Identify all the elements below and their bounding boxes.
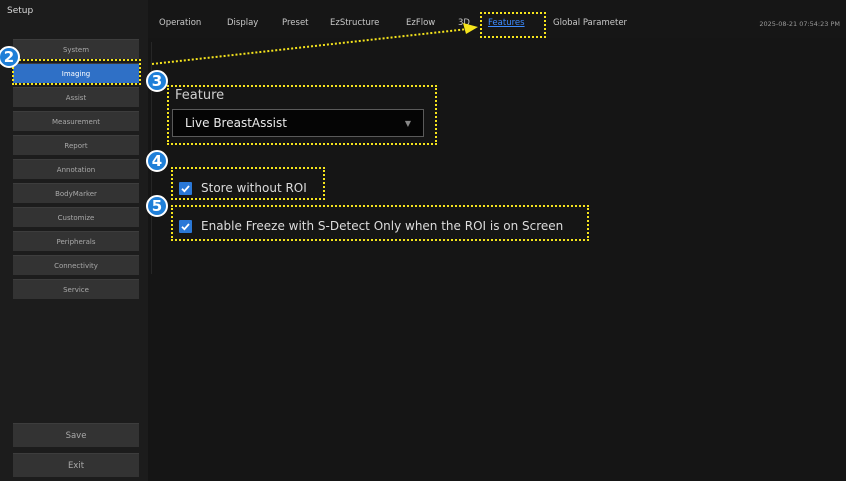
step-badge-5: 5	[146, 195, 168, 217]
step-badge-4: 4	[146, 150, 168, 172]
step-badge-3: 3	[146, 70, 168, 92]
annotation-arrow	[151, 23, 478, 65]
